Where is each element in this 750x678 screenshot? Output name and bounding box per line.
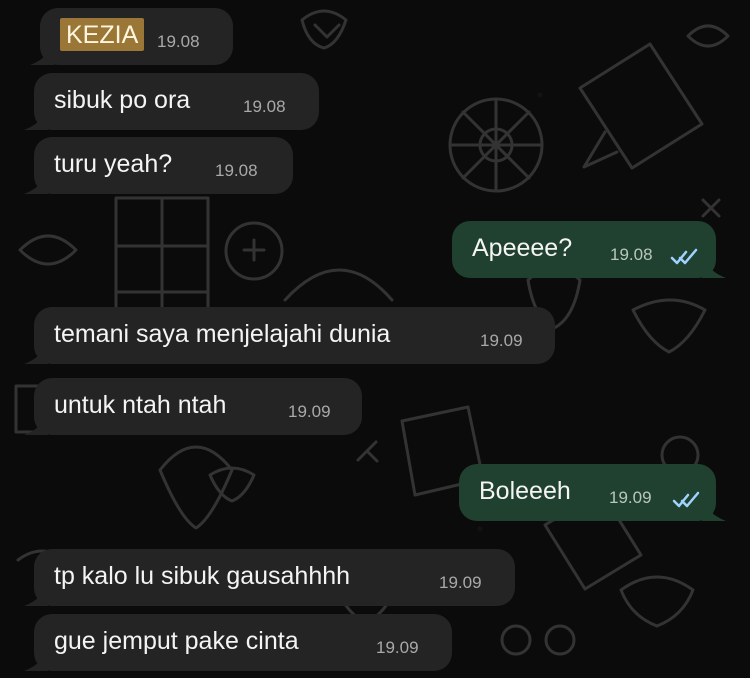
bubble-tail bbox=[24, 415, 48, 435]
highlighted-contact-name: KEZIA bbox=[60, 18, 145, 51]
double-check-icon bbox=[670, 248, 698, 265]
bubble-tail bbox=[30, 45, 54, 65]
bubble-tail bbox=[702, 258, 726, 278]
message-text: sibuk po ora bbox=[54, 86, 191, 114]
chat-screen: KEZIA 19.08 sibuk po ora 19.08 turu yeah… bbox=[0, 0, 750, 678]
incoming-message-bubble[interactable]: tp kalo lu sibuk gausahhhh 19.09 bbox=[24, 549, 515, 606]
bubble-tail bbox=[24, 344, 48, 364]
incoming-message-bubble[interactable]: temani saya menjelajahi dunia 19.09 bbox=[24, 307, 555, 364]
incoming-message-bubble[interactable]: untuk ntah ntah 19.09 bbox=[24, 378, 362, 435]
message-text: turu yeah? bbox=[54, 150, 173, 178]
incoming-message-bubble[interactable]: turu yeah? 19.08 bbox=[24, 137, 293, 194]
message-timestamp: 19.09 bbox=[609, 488, 652, 507]
message-text: tp kalo lu sibuk gausahhhh bbox=[54, 562, 351, 590]
bubble-tail bbox=[24, 110, 48, 130]
message-text: Boleeeh bbox=[479, 477, 571, 505]
bubble-tail bbox=[24, 174, 48, 194]
message-timestamp: 19.09 bbox=[439, 573, 482, 592]
outgoing-message-bubble[interactable]: Apeeee? 19.08 bbox=[452, 221, 726, 278]
message-text: KEZIA bbox=[60, 18, 145, 51]
message-text: Apeeee? bbox=[472, 234, 573, 262]
message-timestamp: 19.08 bbox=[157, 32, 200, 51]
bubble-tail bbox=[24, 586, 48, 606]
message-timestamp: 19.08 bbox=[215, 161, 258, 180]
message-timestamp: 19.09 bbox=[376, 638, 419, 657]
incoming-message-bubble[interactable]: KEZIA 19.08 bbox=[30, 8, 233, 65]
bubble-tail bbox=[24, 651, 48, 671]
outgoing-message-bubble[interactable]: Boleeeh 19.09 bbox=[459, 464, 726, 521]
incoming-message-bubble[interactable]: sibuk po ora 19.08 bbox=[24, 73, 319, 130]
bubble-tail bbox=[702, 501, 726, 521]
message-text: untuk ntah ntah bbox=[54, 391, 227, 419]
incoming-message-bubble[interactable]: gue jemput pake cinta 19.09 bbox=[24, 614, 452, 671]
message-text: gue jemput pake cinta bbox=[54, 627, 299, 655]
message-timestamp: 19.09 bbox=[288, 402, 331, 421]
message-timestamp: 19.09 bbox=[480, 331, 523, 350]
message-timestamp: 19.08 bbox=[243, 97, 286, 116]
message-timestamp: 19.08 bbox=[610, 245, 653, 264]
double-check-icon bbox=[672, 491, 700, 508]
message-text: temani saya menjelajahi dunia bbox=[54, 320, 391, 348]
